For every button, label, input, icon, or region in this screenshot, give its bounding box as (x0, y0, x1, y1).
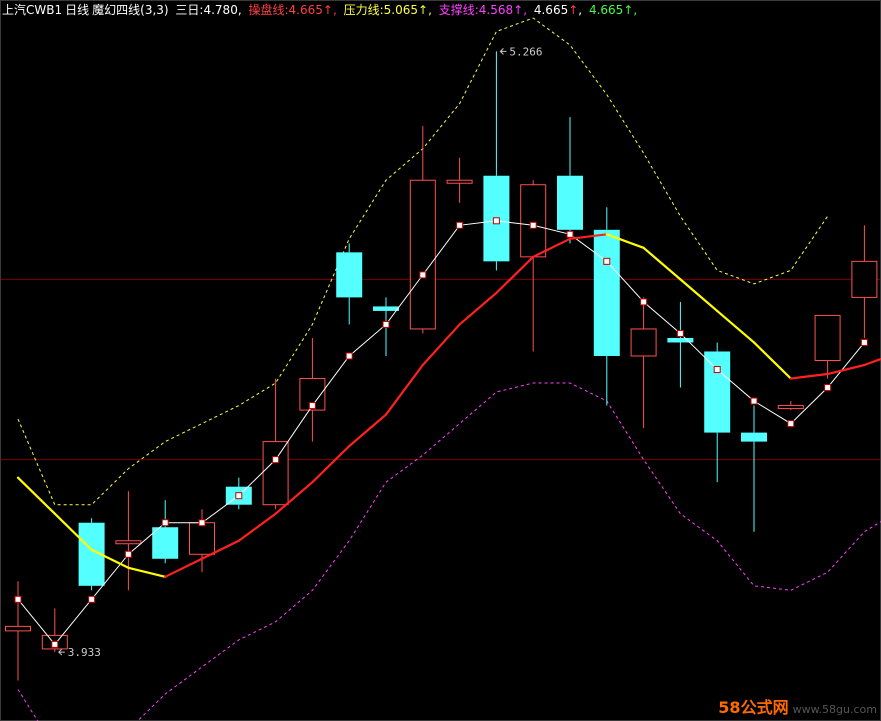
cross-marker-16 (603, 257, 611, 265)
cross-marker-11 (419, 271, 427, 279)
cross-marker-5 (198, 519, 206, 527)
cross-marker-7 (272, 456, 280, 464)
watermark: 58公式网 www.58gu.com (718, 697, 877, 719)
candle-body-10 (373, 306, 399, 311)
caopan-segment-20 (752, 341, 792, 380)
yali-value: 5.065 (383, 3, 419, 17)
watermark-site: www.58gu.com (792, 703, 877, 716)
sep-1: , (237, 3, 242, 17)
indicator-name: 魔幻四线(3,3) (92, 3, 169, 17)
caopan-value: 4.665 (288, 3, 323, 17)
cross-marker-8 (308, 402, 316, 410)
caopan-segment-18 (679, 278, 719, 313)
candle-body-9 (336, 252, 363, 298)
candle-body-11 (409, 179, 436, 330)
caopan-segment-6 (237, 512, 277, 542)
caopan-segment-10 (384, 363, 424, 416)
cross-marker-23 (860, 338, 868, 346)
sep-5: , (578, 3, 583, 17)
sanri-label: 三日: (175, 3, 204, 17)
candle-body-4 (152, 527, 179, 559)
cross-marker-20 (750, 397, 758, 405)
sep-6: , (633, 3, 638, 17)
cross-marker-22 (824, 384, 832, 392)
cross-marker-13 (492, 217, 500, 225)
extra2-value: 4.665 (588, 3, 624, 17)
caopan-segment-4 (164, 557, 204, 578)
caopan-segment-8 (311, 445, 351, 484)
caopan-segment-22 (826, 363, 866, 376)
candle-body-15 (557, 175, 583, 230)
cross-marker-18 (676, 329, 684, 337)
caopan-segment-21 (789, 372, 829, 380)
yali-arrow: ↑ (418, 3, 429, 17)
sanri-line (17, 220, 865, 646)
extra1-value: 4.665 (533, 3, 569, 17)
stock-name[interactable]: 上汽CWB1 (2, 3, 62, 17)
extra2-arrow: ↑ (623, 3, 634, 17)
cross-marker-3 (124, 550, 132, 558)
period-label[interactable]: 日线 (65, 3, 89, 17)
caopan-arrow: ↑ (322, 3, 333, 17)
candle-body-3 (115, 540, 142, 545)
caopan-segment-19 (716, 309, 756, 344)
candlestick-chart[interactable]: 5.266 3.933 (0, 0, 881, 721)
cross-marker-12 (456, 221, 464, 229)
cross-marker-14 (529, 221, 537, 229)
zhicheng-label: 支撑线: (438, 3, 479, 17)
caopan-segment-12 (458, 291, 498, 326)
cross-marker-9 (345, 352, 353, 360)
cross-marker-2 (88, 595, 96, 603)
indicator-header: 上汽CWB1 日线 魔幻四线(3,3) 三日:4.780, 操盘线:4.665↑, … (2, 1, 640, 19)
candle-body-22 (814, 314, 841, 361)
candle-body-0 (5, 625, 31, 632)
cross-marker-4 (161, 519, 169, 527)
candle-body-16 (593, 229, 620, 356)
zhicheng-arrow: ↑ (513, 3, 524, 17)
candle-body-14 (520, 184, 547, 258)
candle-body-17 (630, 328, 657, 357)
annotation-label-1: 3.933 (68, 646, 101, 659)
extra1-arrow: ↑ (568, 3, 579, 17)
cross-marker-10 (382, 320, 390, 328)
watermark-brand: 58公式网 (718, 698, 789, 717)
sanri-value: 4.780 (203, 3, 238, 17)
caopan-segment-3 (127, 566, 167, 578)
cross-marker-17 (640, 298, 648, 306)
cross-marker-6 (235, 492, 243, 500)
sep-4: , (523, 3, 528, 17)
caopan-segment-23 (863, 357, 881, 367)
yali-label: 压力线: (343, 3, 384, 17)
caopan-segment-9 (348, 413, 388, 448)
candle-body-12 (446, 179, 473, 184)
cross-marker-21 (787, 420, 795, 428)
annotation-label-0: 5.266 (509, 45, 542, 58)
candle-body-20 (741, 432, 767, 442)
candle-body-23 (851, 260, 878, 298)
caopan-segment-13 (495, 255, 535, 294)
annotation-arrow-0 (499, 47, 507, 55)
candle-body-21 (777, 405, 804, 410)
sep-2: , (332, 3, 337, 17)
candle-body-5 (189, 522, 215, 555)
caopan-segment-0 (16, 476, 56, 515)
cross-marker-0 (14, 595, 22, 603)
cross-marker-1 (51, 640, 59, 648)
cross-marker-15 (566, 230, 574, 238)
cross-marker-19 (713, 366, 721, 374)
annotation-arrow-1 (58, 648, 65, 656)
zhicheng-value: 4.568 (478, 3, 514, 17)
candle-body-19 (704, 351, 731, 433)
caopan-segment-17 (642, 246, 682, 281)
caopan-label: 操盘线: (248, 3, 289, 17)
caopan-segment-11 (421, 323, 461, 367)
sep-3: , (428, 3, 432, 17)
candle-body-7 (262, 441, 289, 506)
